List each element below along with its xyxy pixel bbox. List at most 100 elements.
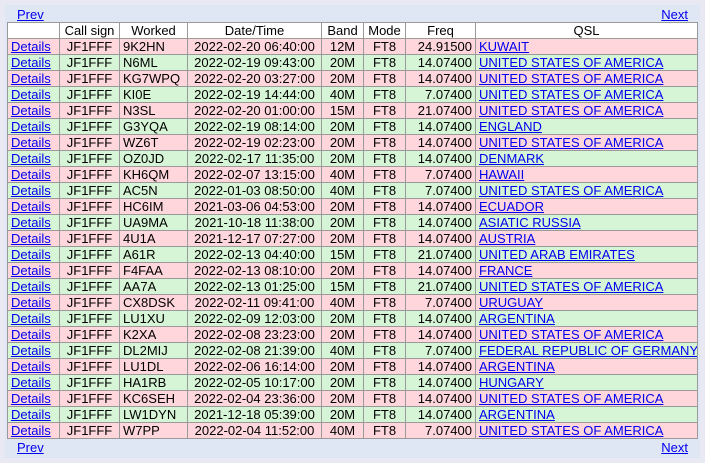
details-link[interactable]: Details: [11, 344, 51, 358]
callsign-cell: JF1FFF: [59, 294, 120, 311]
details-link[interactable]: Details: [11, 408, 51, 422]
band-cell: 15M: [321, 102, 364, 119]
freq-cell: 14.07400: [405, 198, 476, 215]
table-row: Details JF1FFF KC6SEH 2022-02-04 23:36:00 20…: [7, 390, 698, 407]
next-link[interactable]: Next: [661, 440, 688, 455]
qsl-link[interactable]: ARGENTINA: [479, 408, 555, 422]
band-cell: 12M: [321, 38, 364, 55]
mode-cell: FT8: [363, 86, 406, 103]
table-row: Details JF1FFF DL2MIJ 2022-02-08 21:39:00 40…: [7, 342, 698, 359]
details-cell: Details: [7, 54, 60, 71]
details-link[interactable]: Details: [11, 104, 51, 118]
details-link[interactable]: Details: [11, 56, 51, 70]
worked-cell: DL2MIJ: [119, 342, 188, 359]
qsl-link[interactable]: UNITED STATES OF AMERICA: [479, 88, 663, 102]
qsl-cell: UNITED STATES OF AMERICA: [475, 278, 698, 295]
details-link[interactable]: Details: [11, 216, 51, 230]
freq-cell: 7.07400: [405, 342, 476, 359]
freq-cell: 14.07400: [405, 230, 476, 247]
qsl-link[interactable]: UNITED STATES OF AMERICA: [479, 280, 663, 294]
details-link[interactable]: Details: [11, 40, 51, 54]
details-link[interactable]: Details: [11, 424, 51, 438]
worked-cell: 9K2HN: [119, 38, 188, 55]
callsign-cell: JF1FFF: [59, 134, 120, 151]
callsign-cell: JF1FFF: [59, 118, 120, 135]
prev-link[interactable]: Prev: [17, 440, 44, 455]
qsl-link[interactable]: KUWAIT: [479, 40, 529, 54]
datetime-cell: 2022-02-08 21:39:00: [187, 342, 322, 359]
band-cell: 20M: [321, 150, 364, 167]
column-header-worked: Worked: [119, 22, 188, 39]
callsign-cell: JF1FFF: [59, 262, 120, 279]
details-link[interactable]: Details: [11, 168, 51, 182]
details-link[interactable]: Details: [11, 72, 51, 86]
qsl-link[interactable]: UNITED STATES OF AMERICA: [479, 328, 663, 342]
band-cell: 20M: [321, 230, 364, 247]
details-link[interactable]: Details: [11, 88, 51, 102]
qsl-link[interactable]: ARGENTINA: [479, 360, 555, 374]
datetime-cell: 2021-12-18 05:39:00: [187, 406, 322, 423]
details-cell: Details: [7, 214, 60, 231]
details-link[interactable]: Details: [11, 296, 51, 310]
details-link[interactable]: Details: [11, 360, 51, 374]
qsl-link[interactable]: UNITED STATES OF AMERICA: [479, 424, 663, 438]
details-link[interactable]: Details: [11, 392, 51, 406]
qsl-link[interactable]: ASIATIC RUSSIA: [479, 216, 581, 230]
qsl-link[interactable]: AUSTRIA: [479, 232, 535, 246]
qsl-cell: ECUADOR: [475, 198, 698, 215]
callsign-cell: JF1FFF: [59, 326, 120, 343]
qsl-link[interactable]: FEDERAL REPUBLIC OF GERMANY: [479, 344, 697, 358]
callsign-cell: JF1FFF: [59, 310, 120, 327]
qsl-link[interactable]: UNITED ARAB EMIRATES: [479, 248, 635, 262]
qsl-link[interactable]: ENGLAND: [479, 120, 542, 134]
qsl-link[interactable]: DENMARK: [479, 152, 544, 166]
next-link[interactable]: Next: [661, 7, 688, 22]
qsl-link[interactable]: UNITED STATES OF AMERICA: [479, 104, 663, 118]
callsign-cell: JF1FFF: [59, 102, 120, 119]
qsl-link[interactable]: HUNGARY: [479, 376, 544, 390]
qsl-cell: UNITED STATES OF AMERICA: [475, 422, 698, 439]
qsl-link[interactable]: URUGUAY: [479, 296, 543, 310]
details-cell: Details: [7, 102, 60, 119]
mode-cell: FT8: [363, 118, 406, 135]
qsl-link[interactable]: UNITED STATES OF AMERICA: [479, 56, 663, 70]
qsl-link[interactable]: ECUADOR: [479, 200, 544, 214]
details-link[interactable]: Details: [11, 264, 51, 278]
qsl-cell: ARGENTINA: [475, 310, 698, 327]
qsl-link[interactable]: UNITED STATES OF AMERICA: [479, 392, 663, 406]
qsl-link[interactable]: HAWAII: [479, 168, 524, 182]
worked-cell: KC6SEH: [119, 390, 188, 407]
qsl-link[interactable]: UNITED STATES OF AMERICA: [479, 72, 663, 86]
qsl-link[interactable]: UNITED STATES OF AMERICA: [479, 136, 663, 150]
details-cell: Details: [7, 326, 60, 343]
qsl-link[interactable]: FRANCE: [479, 264, 532, 278]
details-cell: Details: [7, 406, 60, 423]
column-header-band: Band: [321, 22, 364, 39]
details-link[interactable]: Details: [11, 248, 51, 262]
column-header-freq: Freq: [405, 22, 476, 39]
table-row: Details JF1FFF K2XA 2022-02-08 23:23:00 20M F…: [7, 326, 698, 343]
details-link[interactable]: Details: [11, 184, 51, 198]
qsl-cell: UNITED STATES OF AMERICA: [475, 86, 698, 103]
details-link[interactable]: Details: [11, 280, 51, 294]
details-link[interactable]: Details: [11, 312, 51, 326]
details-link[interactable]: Details: [11, 232, 51, 246]
mode-cell: FT8: [363, 230, 406, 247]
table-row: Details JF1FFF AC5N 2022-01-03 08:50:00 40M F…: [7, 182, 698, 199]
details-cell: Details: [7, 182, 60, 199]
details-link[interactable]: Details: [11, 328, 51, 342]
table-row: Details JF1FFF KH6QM 2022-02-07 13:15:00 40M…: [7, 166, 698, 183]
qsl-link[interactable]: UNITED STATES OF AMERICA: [479, 184, 663, 198]
qsl-link[interactable]: ARGENTINA: [479, 312, 555, 326]
details-link[interactable]: Details: [11, 200, 51, 214]
mode-cell: FT8: [363, 294, 406, 311]
details-link[interactable]: Details: [11, 120, 51, 134]
details-cell: Details: [7, 310, 60, 327]
details-link[interactable]: Details: [11, 152, 51, 166]
prev-link[interactable]: Prev: [17, 7, 44, 22]
details-link[interactable]: Details: [11, 376, 51, 390]
band-cell: 15M: [321, 246, 364, 263]
band-cell: 20M: [321, 70, 364, 87]
details-cell: Details: [7, 166, 60, 183]
details-link[interactable]: Details: [11, 136, 51, 150]
